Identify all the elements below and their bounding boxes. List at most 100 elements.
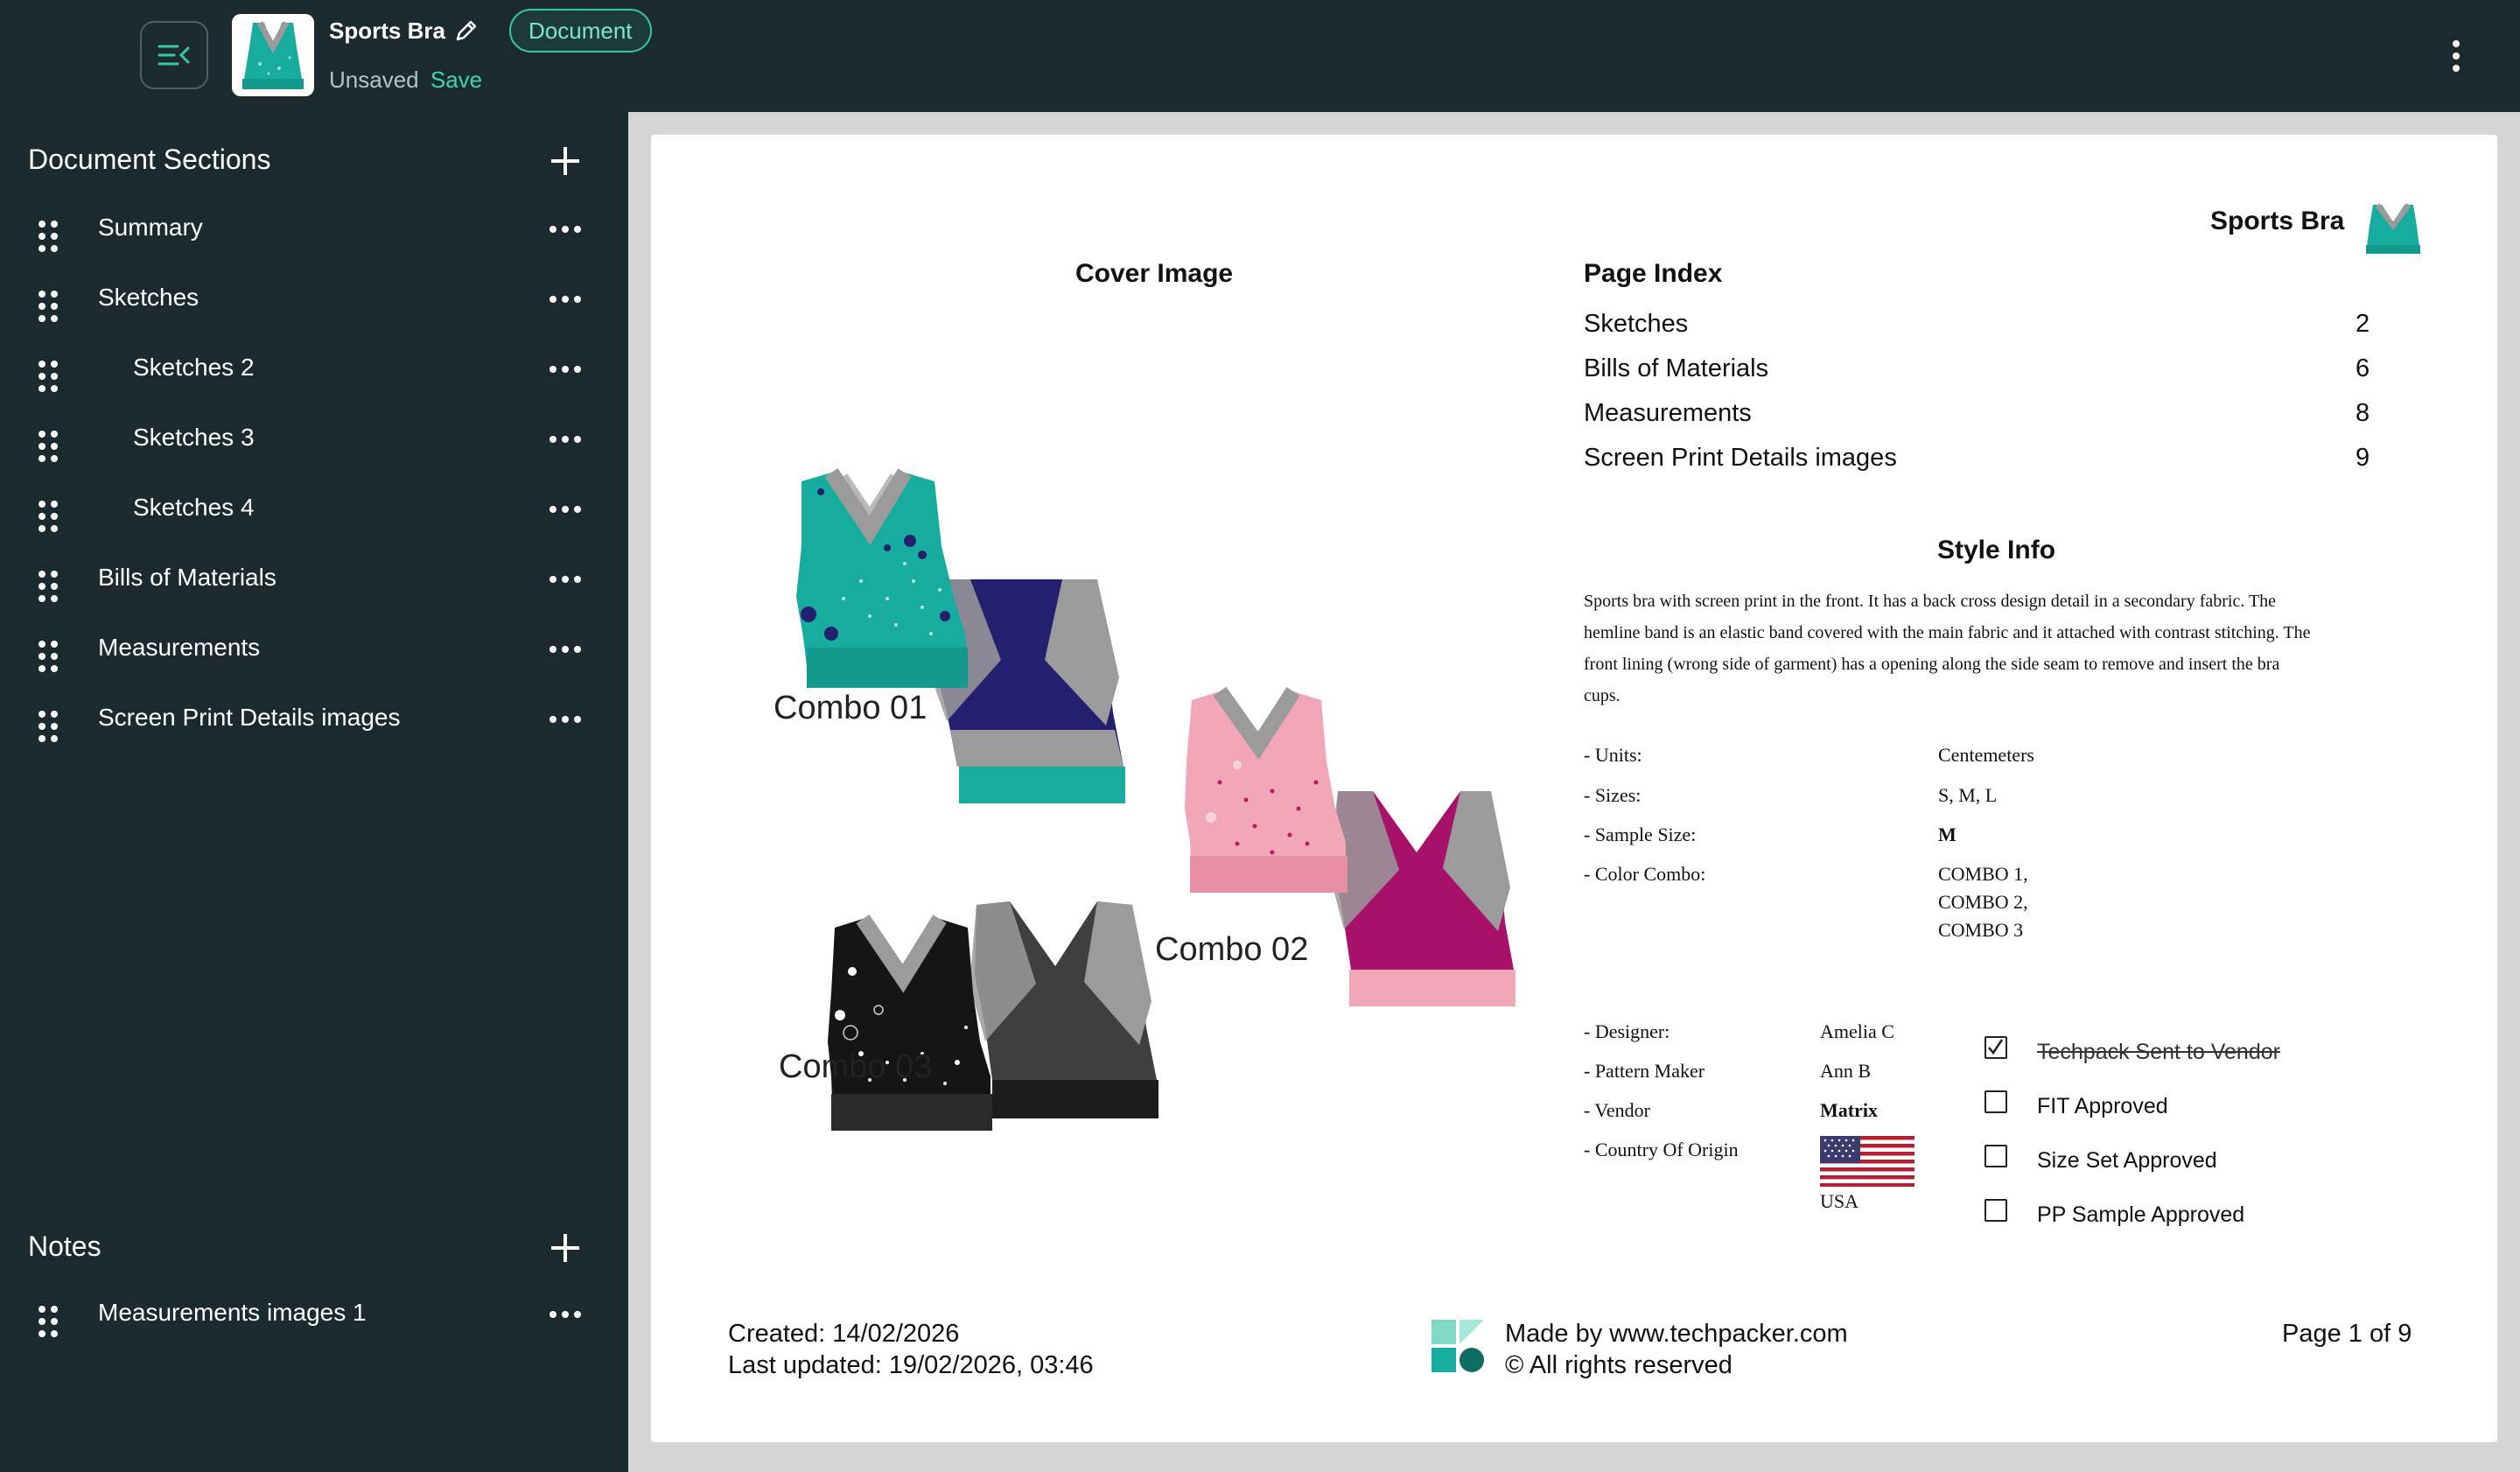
collapse-sidebar-button[interactable] xyxy=(140,21,208,89)
save-link[interactable]: Save xyxy=(430,67,482,93)
index-item-bills-of-materials[interactable]: Bills of Materials xyxy=(1584,354,1768,383)
item-options-icon[interactable] xyxy=(550,296,581,305)
country-label: - Country Of Origin xyxy=(1584,1139,1739,1160)
units-label: - Units: xyxy=(1584,744,1642,766)
sidebar-item-label: Sketches 4 xyxy=(133,494,255,521)
fit-approved-label: FIT Approved xyxy=(2037,1094,2168,1118)
designer-label: - Designer: xyxy=(1584,1020,1670,1042)
combo-01-label: Combo 01 xyxy=(774,690,928,726)
color-combo-value: COMBO 3 xyxy=(1938,919,2024,941)
drag-handle-icon[interactable] xyxy=(38,501,58,532)
combo-03-front-sketch xyxy=(828,914,992,1131)
drag-handle-icon[interactable] xyxy=(38,221,58,252)
cover-image-title: Cover Image xyxy=(1075,259,1234,288)
index-page-number: 6 xyxy=(2356,354,2370,382)
item-options-icon[interactable] xyxy=(550,436,581,445)
item-options-icon[interactable] xyxy=(550,576,581,585)
size-set-approved-checkbox[interactable] xyxy=(1984,1145,2007,1167)
index-page-number: 8 xyxy=(2356,399,2370,427)
document-title: Sports Bra xyxy=(329,18,445,44)
units-value: Centemeters xyxy=(1938,744,2034,766)
page-product-name: Sports Bra xyxy=(2210,207,2345,235)
drag-handle-icon[interactable] xyxy=(38,571,58,602)
sidebar-item-summary[interactable]: Summary xyxy=(0,196,628,266)
sidebar-item-sketches-2[interactable]: Sketches 2 xyxy=(0,336,628,406)
sample-size-value: M xyxy=(1938,824,1956,845)
vendor-label: - Vendor xyxy=(1584,1099,1650,1121)
index-item-sketches[interactable]: Sketches xyxy=(1584,310,1688,339)
techpack-sent-checkbox[interactable] xyxy=(1984,1036,2007,1059)
style-info-title: Style Info xyxy=(1937,536,2056,564)
drag-handle-icon[interactable] xyxy=(38,711,58,742)
item-options-icon[interactable] xyxy=(550,646,581,655)
page-number: Page 1 of 9 xyxy=(2282,1320,2412,1348)
document-sections-title: Document Sections xyxy=(28,144,271,175)
sample-size-label: - Sample Size: xyxy=(1584,824,1697,845)
item-options-icon[interactable] xyxy=(550,1311,581,1320)
rights-text: © All rights reserved xyxy=(1505,1351,1732,1379)
drag-handle-icon[interactable] xyxy=(38,431,58,462)
pattern-maker-value: Ann B xyxy=(1820,1060,1872,1082)
product-thumbnail[interactable] xyxy=(232,14,314,96)
drag-handle-icon[interactable] xyxy=(38,361,58,392)
add-section-plus-icon[interactable] xyxy=(548,144,583,179)
sidebar-item-label: Screen Print Details images xyxy=(98,704,401,731)
item-options-icon[interactable] xyxy=(550,716,581,725)
combo-03-back-sketch xyxy=(970,901,1158,1118)
sidebar-item-label: Summary xyxy=(98,214,203,241)
save-status: Unsaved Save xyxy=(329,67,482,94)
sidebar-item-screen-print-details[interactable]: Screen Print Details images xyxy=(0,686,628,756)
document-sections-sidebar: Document Sections Summary Sketches Sketc… xyxy=(0,112,628,1472)
sidebar-item-label: Measurements images 1 xyxy=(98,1299,367,1326)
techpack-sent-label: Techpack Sent to Vendor xyxy=(2037,1040,2280,1064)
pencil-edit-icon[interactable] xyxy=(453,18,480,44)
style-description-line: front lining (wrong side of garment) has… xyxy=(1584,655,2280,674)
sidebar-item-bills-of-materials[interactable]: Bills of Materials xyxy=(0,546,628,616)
size-set-approved-label: Size Set Approved xyxy=(2037,1148,2217,1173)
add-note-plus-icon[interactable] xyxy=(548,1230,583,1265)
sidebar-item-label: Bills of Materials xyxy=(98,564,276,591)
unsaved-label: Unsaved xyxy=(329,67,419,93)
index-page-number: 2 xyxy=(2356,310,2370,338)
sizes-value: S, M, L xyxy=(1938,784,1998,806)
more-options-icon[interactable] xyxy=(2445,37,2468,75)
index-page-number: 9 xyxy=(2356,444,2370,472)
color-combo-label: - Color Combo: xyxy=(1584,863,1706,885)
sizes-label: - Sizes: xyxy=(1584,784,1642,806)
product-small-thumbnail-image xyxy=(2366,203,2420,254)
style-description-line: hemline band is an elastic band covered … xyxy=(1584,623,2311,642)
drag-handle-icon[interactable] xyxy=(38,291,58,322)
combo-02-label: Combo 02 xyxy=(1155,931,1309,968)
sidebar-item-label: Sketches xyxy=(98,284,200,311)
index-item-measurements[interactable]: Measurements xyxy=(1584,399,1752,428)
combo-01-front-sketch xyxy=(796,468,968,688)
sidebar-item-label: Sketches 3 xyxy=(133,424,255,451)
last-updated-date: Last updated: 19/02/2026, 03:46 xyxy=(728,1351,1094,1379)
checkmark-icon xyxy=(1988,1039,2004,1055)
country-value: USA xyxy=(1820,1190,1859,1212)
index-item-screen-print-details[interactable]: Screen Print Details images xyxy=(1584,444,1897,473)
item-options-icon[interactable] xyxy=(550,226,581,235)
sidebar-item-sketches-3[interactable]: Sketches 3 xyxy=(0,406,628,476)
page-index-title: Page Index xyxy=(1584,259,1723,288)
color-combo-value: COMBO 1, xyxy=(1938,863,2028,885)
document-type-badge: Document xyxy=(509,9,652,53)
usa-flag-icon xyxy=(1820,1136,1914,1187)
sidebar-item-label: Sketches 2 xyxy=(133,354,255,381)
techpacker-logo-icon xyxy=(1432,1320,1484,1372)
combo-02-back-sketch xyxy=(1328,791,1516,1006)
sidebar-item-measurements-images-1[interactable]: Measurements images 1 xyxy=(0,1281,628,1351)
drag-handle-icon[interactable] xyxy=(38,641,58,672)
cover-image xyxy=(796,468,1516,1131)
sidebar-item-sketches-4[interactable]: Sketches 4 xyxy=(0,476,628,546)
drag-handle-icon[interactable] xyxy=(38,1306,58,1337)
pp-sample-approved-checkbox[interactable] xyxy=(1984,1199,2007,1222)
item-options-icon[interactable] xyxy=(550,366,581,375)
fit-approved-checkbox[interactable] xyxy=(1984,1090,2007,1113)
document-page: Sports Bra Cover Image Combo 01 Combo 02… xyxy=(651,135,2497,1442)
color-combo-value: COMBO 2, xyxy=(1938,891,2028,913)
sidebar-item-sketches[interactable]: Sketches xyxy=(0,266,628,336)
item-options-icon[interactable] xyxy=(550,506,581,515)
combo-02-front-sketch xyxy=(1185,686,1348,893)
sidebar-item-measurements[interactable]: Measurements xyxy=(0,616,628,686)
